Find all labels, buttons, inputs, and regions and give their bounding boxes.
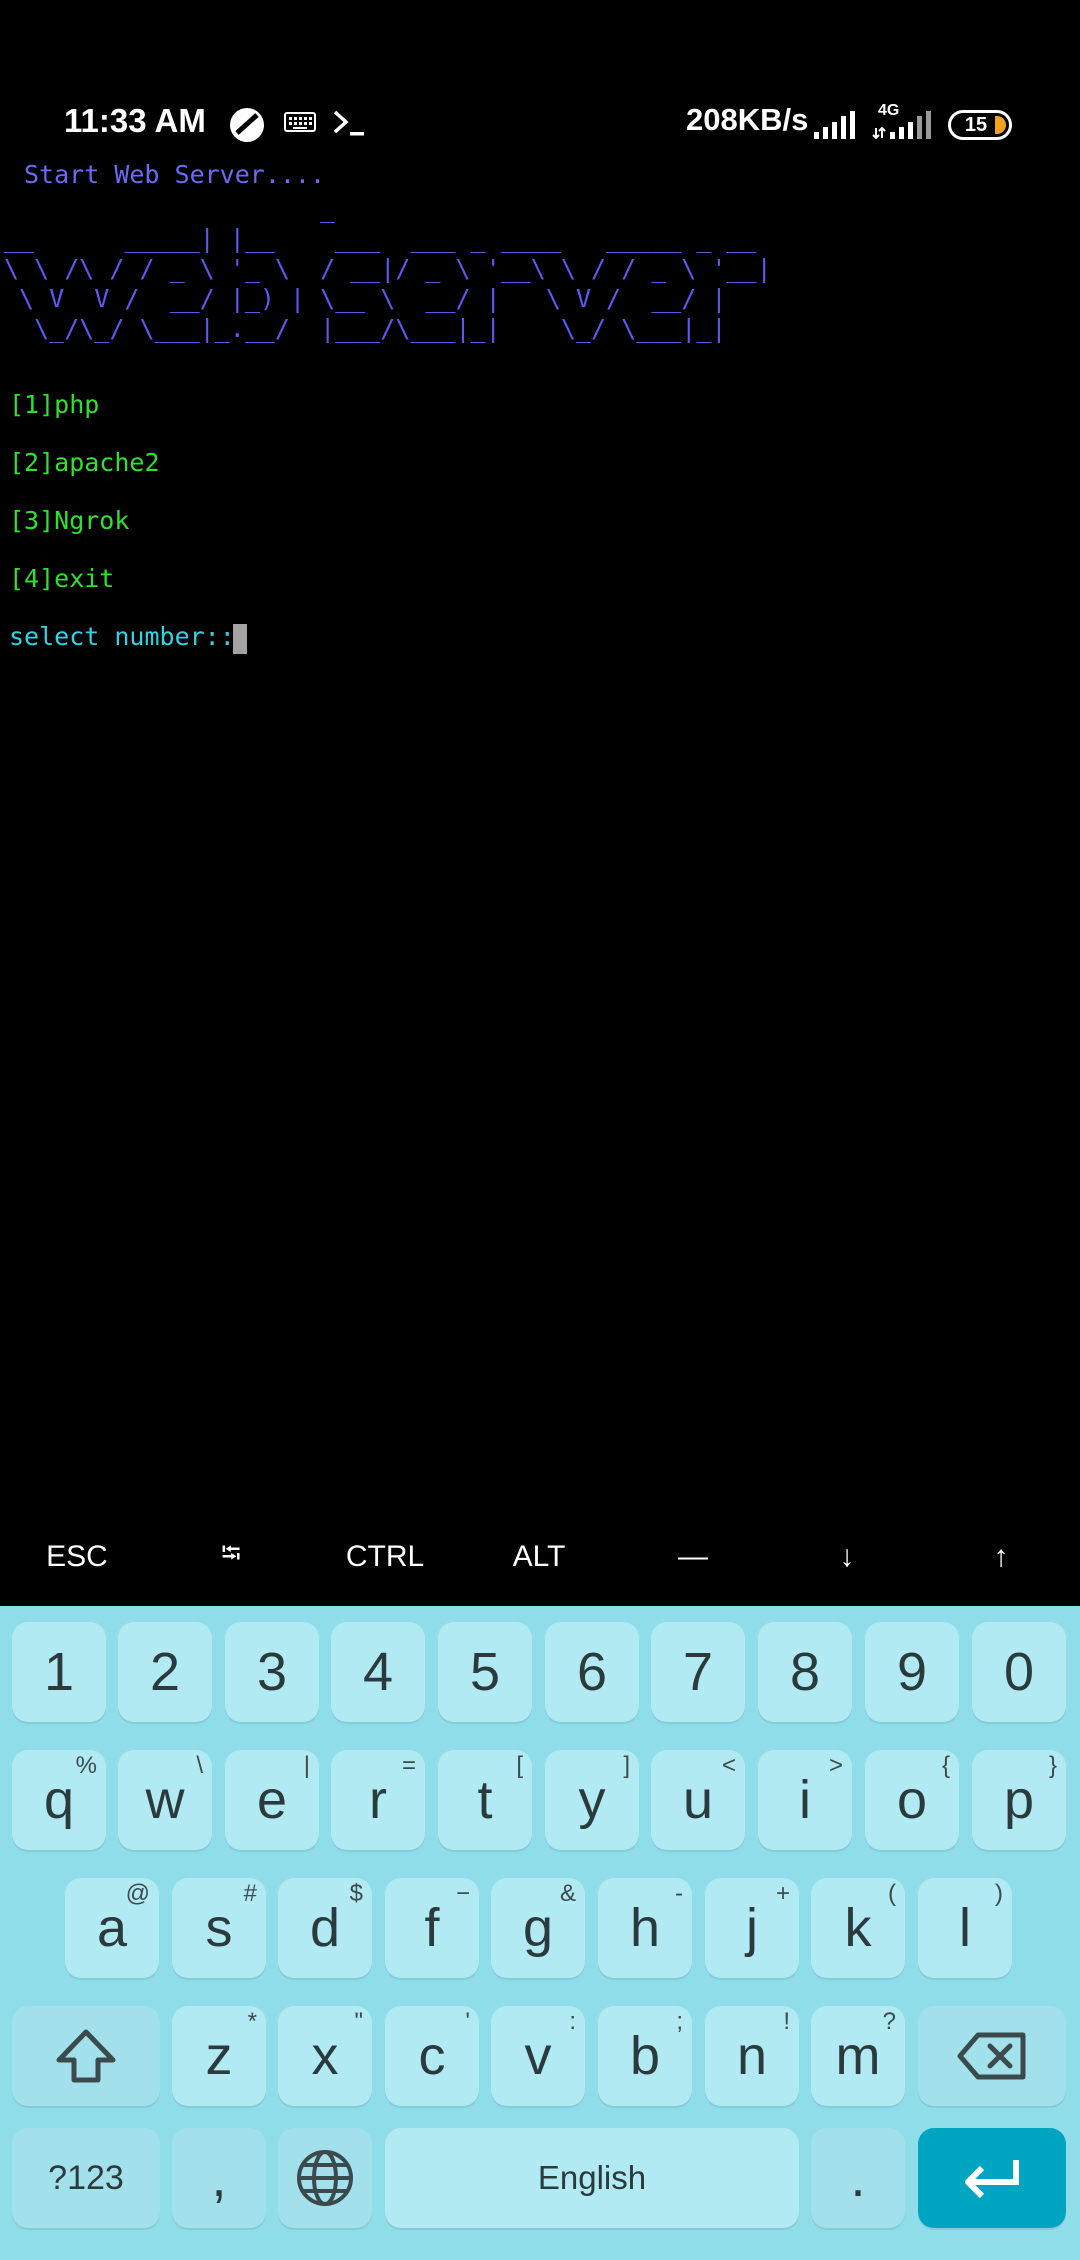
key-e[interactable]: e |	[225, 1750, 319, 1850]
key-v[interactable]: v:	[491, 2006, 585, 2106]
key-o[interactable]: o{	[865, 1750, 959, 1850]
dash-key[interactable]: —	[616, 1527, 770, 1587]
period-key[interactable]: .	[811, 2128, 905, 2228]
keyboard-icon	[284, 112, 316, 132]
data-saver-icon	[230, 108, 264, 142]
key-0[interactable]: 0	[972, 1622, 1066, 1722]
arrow-down-key[interactable]: ↓	[770, 1527, 924, 1587]
key-t[interactable]: t[	[438, 1750, 532, 1850]
key-u[interactable]: u <	[651, 1750, 745, 1850]
key-n[interactable]: n!	[705, 2006, 799, 2106]
key-a[interactable]: a @	[65, 1878, 159, 1978]
key-f[interactable]: f −	[385, 1878, 479, 1978]
key-c[interactable]: c '	[385, 2006, 479, 2106]
terminal-screen: 11:33 AM 208KB/s 4G 15 Start Web Server.…	[0, 0, 1080, 2260]
symbols-key[interactable]: ?123	[12, 2128, 160, 2228]
shift-icon	[56, 2029, 116, 2083]
globe-icon	[297, 2150, 353, 2206]
key-r[interactable]: r =	[331, 1750, 425, 1850]
status-time: 11:33 AM	[64, 102, 206, 139]
battery-level: 15	[964, 113, 988, 136]
menu-option-ngrok: [3]Ngrok	[9, 506, 130, 535]
key-9[interactable]: 9	[865, 1622, 959, 1722]
terminal-prompt-icon	[333, 110, 364, 136]
menu-option-exit: [4]exit	[9, 564, 115, 593]
key-h[interactable]: h-	[598, 1878, 692, 1978]
terminal-title: Start Web Server....	[24, 160, 326, 189]
text-cursor	[233, 624, 247, 654]
backspace-icon	[957, 2032, 1026, 2080]
enter-key[interactable]	[918, 2128, 1066, 2228]
status-bar: 11:33 AM 208KB/s 4G 15	[0, 98, 1080, 154]
backspace-key[interactable]	[918, 2006, 1066, 2106]
key-1[interactable]: 1	[12, 1622, 106, 1722]
input-prompt: select number::	[9, 622, 235, 651]
key-x[interactable]: x "	[278, 2006, 372, 2106]
language-key[interactable]	[278, 2128, 372, 2228]
key-3[interactable]: 3	[225, 1622, 319, 1722]
key-j[interactable]: j +	[705, 1878, 799, 1978]
signal-strength-icon	[814, 111, 855, 139]
key-5[interactable]: 5	[438, 1622, 532, 1722]
key-k[interactable]: k(	[811, 1878, 905, 1978]
key-m[interactable]: m?	[811, 2006, 905, 2106]
shift-key[interactable]	[12, 2006, 160, 2106]
signal-strength-4g-icon	[872, 111, 931, 140]
key-s[interactable]: s #	[172, 1878, 266, 1978]
enter-icon	[965, 2160, 1019, 2199]
ascii-art-banner: _ __ _____| |__ ___ ___ _ ____ _____ _ _…	[4, 194, 772, 343]
battery-icon: 15	[948, 110, 1012, 140]
extra-keys-row: ESC ⭾ CTRL ALT — ↓ ↑	[0, 1527, 1080, 1587]
menu-option-apache2: [2]apache2	[9, 448, 160, 477]
key-4[interactable]: 4	[331, 1622, 425, 1722]
key-y[interactable]: y]	[545, 1750, 639, 1850]
key-i[interactable]: i >	[758, 1750, 852, 1850]
menu-option-php: [1]php	[9, 390, 100, 419]
esc-key[interactable]: ESC	[0, 1527, 154, 1587]
key-8[interactable]: 8	[758, 1622, 852, 1722]
space-bar[interactable]: English	[385, 2128, 799, 2228]
key-z[interactable]: z *	[172, 2006, 266, 2106]
key-p[interactable]: p}	[972, 1750, 1066, 1850]
key-d[interactable]: d $	[278, 1878, 372, 1978]
key-b[interactable]: b;	[598, 2006, 692, 2106]
key-l[interactable]: l)	[918, 1878, 1012, 1978]
network-speed: 208KB/s	[686, 102, 809, 137]
key-q[interactable]: q%	[12, 1750, 106, 1850]
key-w[interactable]: w \	[118, 1750, 212, 1850]
key-7[interactable]: 7	[651, 1622, 745, 1722]
key-g[interactable]: g &	[491, 1878, 585, 1978]
arrow-up-key[interactable]: ↑	[924, 1527, 1078, 1587]
terminal-output[interactable]: Start Web Server.... _ __ _____| |__ ___…	[0, 154, 1080, 1504]
tab-key[interactable]: ⭾	[154, 1527, 308, 1587]
key-6[interactable]: 6	[545, 1622, 639, 1722]
alt-key[interactable]: ALT	[462, 1527, 616, 1587]
key-2[interactable]: 2	[118, 1622, 212, 1722]
comma-key[interactable]: ,	[172, 2128, 266, 2228]
soft-keyboard: 1 2 3 4 5 6 7 8 9 0 q% w \ e | r = t[ y] u <…	[0, 1606, 1080, 2260]
ctrl-key[interactable]: CTRL	[308, 1527, 462, 1587]
